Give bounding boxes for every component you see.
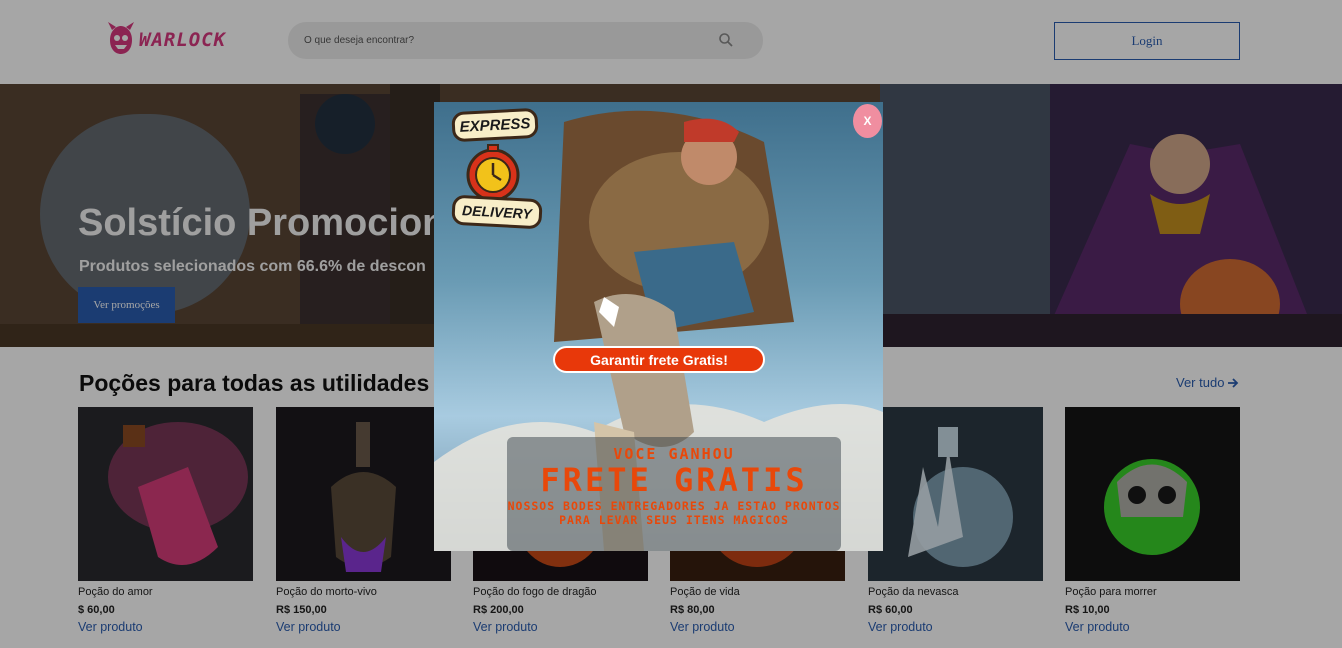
promo-text-box: VOCE GANHOU FRETE GRATIS NOSSOS BODES EN… — [507, 437, 841, 551]
stopwatch-icon — [466, 144, 520, 202]
delivery-badge: DELIVERY — [451, 194, 543, 230]
promo-line-2: FRETE GRATIS — [540, 461, 808, 499]
claim-free-shipping-button[interactable]: Garantir frete Gratis! — [553, 346, 765, 373]
close-modal-button[interactable]: X — [853, 104, 882, 138]
promo-line-3: NOSSOS BODES ENTREGADORES JA ESTAO PRONT… — [507, 499, 841, 527]
free-shipping-modal: EXPRESS DELIVERY Garantir frete Gratis! … — [434, 102, 883, 551]
express-badge: EXPRESS — [451, 107, 539, 143]
